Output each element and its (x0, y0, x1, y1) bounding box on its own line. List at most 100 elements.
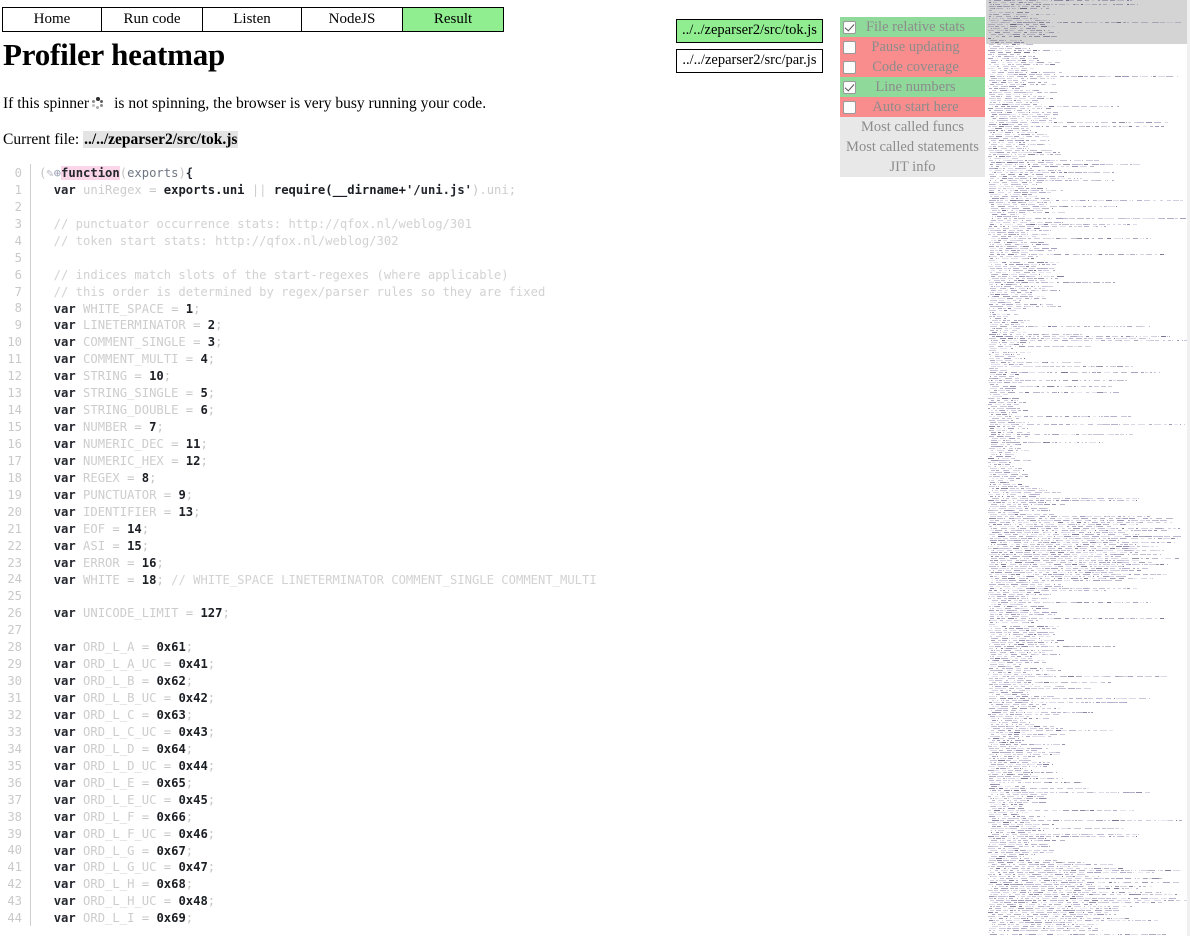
code-line[interactable]: 21 var EOF = 14; (0, 519, 985, 537)
gutter-divider (30, 638, 39, 656)
option-action-button-0[interactable]: Most called funcs (840, 117, 985, 137)
code-line[interactable]: 10 var COMMENT_SINGLE = 3; (0, 333, 985, 351)
code-line[interactable]: 0 (✎⊕function(exports){ (0, 164, 985, 181)
code-token: = (185, 318, 208, 333)
code-line[interactable]: 38 var ORD_L_F = 0x66; (0, 807, 985, 825)
gutter-divider (30, 451, 39, 469)
code-line[interactable]: 6 // indices match slots of the start-re… (0, 265, 985, 283)
file-button-2[interactable]: ../../zeparser2/src/par.js (676, 49, 823, 73)
code-line[interactable]: 35 var ORD_L_D_UC = 0x44; (0, 756, 985, 774)
code-line[interactable]: 33 var ORD_L_C_UC = 0x43; (0, 722, 985, 740)
option-row-1[interactable]: Pause updating (840, 37, 985, 57)
code-line[interactable]: 14 var STRING_DOUBLE = 6; (0, 401, 985, 419)
code-token: COMMENT_MULTI (83, 352, 179, 367)
code-line[interactable]: 4 // token start stats: http://qfox.nl/w… (0, 231, 985, 249)
tab-listen[interactable]: Listen (202, 7, 302, 32)
option-action-button-1[interactable]: Most called statements (840, 137, 985, 157)
checkbox-1[interactable] (843, 40, 856, 54)
code-line[interactable]: 28 var ORD_L_A = 0x61; (0, 638, 985, 656)
tab-home[interactable]: Home (2, 7, 102, 32)
tab-result[interactable]: Result (402, 7, 504, 32)
code-line[interactable]: 30 var ORD_L_B = 0x62; (0, 672, 985, 690)
code-line[interactable]: 34 var ORD_L_D = 0x64; (0, 739, 985, 757)
code-line[interactable]: 16 var NUMERIC_DEC = 11; (0, 435, 985, 452)
code-line[interactable]: 44 var ORD_L_I = 0x69; (0, 909, 985, 927)
target-icon[interactable]: ⊕ (54, 166, 61, 180)
code-line[interactable]: 13 var STRING_SINGLE = 5; (0, 384, 985, 402)
code-token: WHITE_SPACE (83, 301, 164, 316)
code-token: ORD_L_E (83, 775, 135, 790)
code-source: var ASI = 15; (39, 539, 149, 553)
file-button-1[interactable]: ../../zeparser2/src/tok.js (676, 19, 823, 43)
code-line[interactable]: 15 var NUMBER = 7; (0, 418, 985, 435)
checkbox-2[interactable] (843, 60, 856, 74)
code-line[interactable]: 5 (0, 248, 985, 266)
checkbox-3[interactable] (843, 80, 856, 94)
tab-run-code[interactable]: Run code (101, 7, 203, 32)
checkbox-0[interactable] (843, 20, 856, 34)
code-token: = (185, 335, 208, 350)
code-line[interactable]: 31 var ORD_L_B_UC = 0x42; (0, 689, 985, 706)
code-line[interactable]: 17 var NUMERIC_HEX = 12; (0, 451, 985, 469)
code-line[interactable]: 36 var ORD_L_E = 0x65; (0, 773, 985, 791)
code-line[interactable]: 20 var IDENTIFIER = 13; (0, 502, 985, 520)
code-line[interactable]: 40 var ORD_L_G = 0x67; (0, 841, 985, 859)
code-line[interactable]: 41 var ORD_L_G_UC = 0x47; (0, 858, 985, 876)
code-token: = (156, 860, 179, 875)
code-line[interactable]: 2 (0, 197, 985, 215)
code-line[interactable]: 8 var WHITE_SPACE = 1; (0, 299, 985, 317)
gutter-divider (30, 248, 39, 266)
checkbox-4[interactable] (843, 100, 856, 114)
option-row-4[interactable]: Auto start here (840, 97, 985, 117)
line-number: 6 (14, 267, 22, 282)
code-overview-minimap[interactable] (986, 0, 1190, 936)
code-line[interactable]: 3 // punctuator occurrence stats: http:/… (0, 214, 985, 232)
code-line[interactable]: 29 var ORD_L_A_UC = 0x41; (0, 655, 985, 673)
line-number: 21 (7, 521, 22, 536)
code-token: // punctuator occurrence stats: http://q… (39, 216, 472, 231)
tab-nodejs[interactable]: NodeJS (301, 7, 403, 32)
option-row-0[interactable]: File relative stats (840, 17, 985, 37)
code-line[interactable]: 22 var ASI = 15; (0, 536, 985, 554)
code-token: ; (193, 301, 201, 316)
code-line[interactable]: 27 (0, 621, 985, 639)
code-token: ; (185, 809, 194, 824)
code-line[interactable]: 24 var WHITE = 18; // WHITE_SPACE LINETE… (0, 570, 985, 588)
code-line[interactable]: 11 var COMMENT_MULTI = 4; (0, 350, 985, 368)
code-line[interactable]: 43 var ORD_L_H_UC = 0x48; (0, 892, 985, 910)
code-line[interactable]: 42 var ORD_L_H = 0x68; (0, 875, 985, 893)
edit-icon[interactable]: ✎ (46, 166, 53, 180)
code-source: var ORD_L_G = 0x67; (39, 843, 193, 857)
code-token: ; (207, 691, 216, 705)
code-listing[interactable]: 0 (✎⊕function(exports){1 var uniRegex = e… (0, 164, 985, 936)
code-token: 0x65 (156, 775, 186, 790)
code-line[interactable]: 19 var PUNCTUATOR = 9; (0, 485, 985, 503)
code-line[interactable]: 32 var ORD_L_C = 0x63; (0, 706, 985, 723)
code-line[interactable]: 9 var LINETERMINATOR = 2; (0, 316, 985, 334)
line-number: 19 (7, 487, 22, 502)
code-token: = (119, 572, 142, 587)
line-number: 12 (7, 369, 22, 384)
option-row-3[interactable]: Line numbers (840, 77, 985, 97)
code-line[interactable]: 23 var ERROR = 16; (0, 553, 985, 571)
code-line[interactable]: 25 (0, 587, 985, 605)
line-number: 30 (7, 674, 22, 689)
code-line[interactable]: 26 var UNICODE_LIMIT = 127; (0, 604, 985, 622)
code-line[interactable]: 18 var REGEX = 8; (0, 468, 985, 486)
line-number: 10 (7, 335, 22, 350)
code-line[interactable]: 1 var uniRegex = exports.uni || require(… (0, 180, 985, 198)
code-token: 0x45 (178, 792, 208, 807)
code-line[interactable]: 7 // this order is determined by regex/p… (0, 282, 985, 300)
code-line[interactable]: 12 var STRING = 10; (0, 367, 985, 385)
code-token: ORD_L_E_UC (83, 792, 157, 807)
code-line[interactable]: 37 var ORD_L_E_UC = 0x45; (0, 790, 985, 808)
option-row-2[interactable]: Code coverage (840, 57, 985, 77)
line-number: 0 (14, 165, 22, 180)
gutter-divider (30, 435, 39, 452)
code-token: var (53, 911, 76, 926)
code-line[interactable]: 39 var ORD_L_F_UC = 0x46; (0, 824, 985, 842)
